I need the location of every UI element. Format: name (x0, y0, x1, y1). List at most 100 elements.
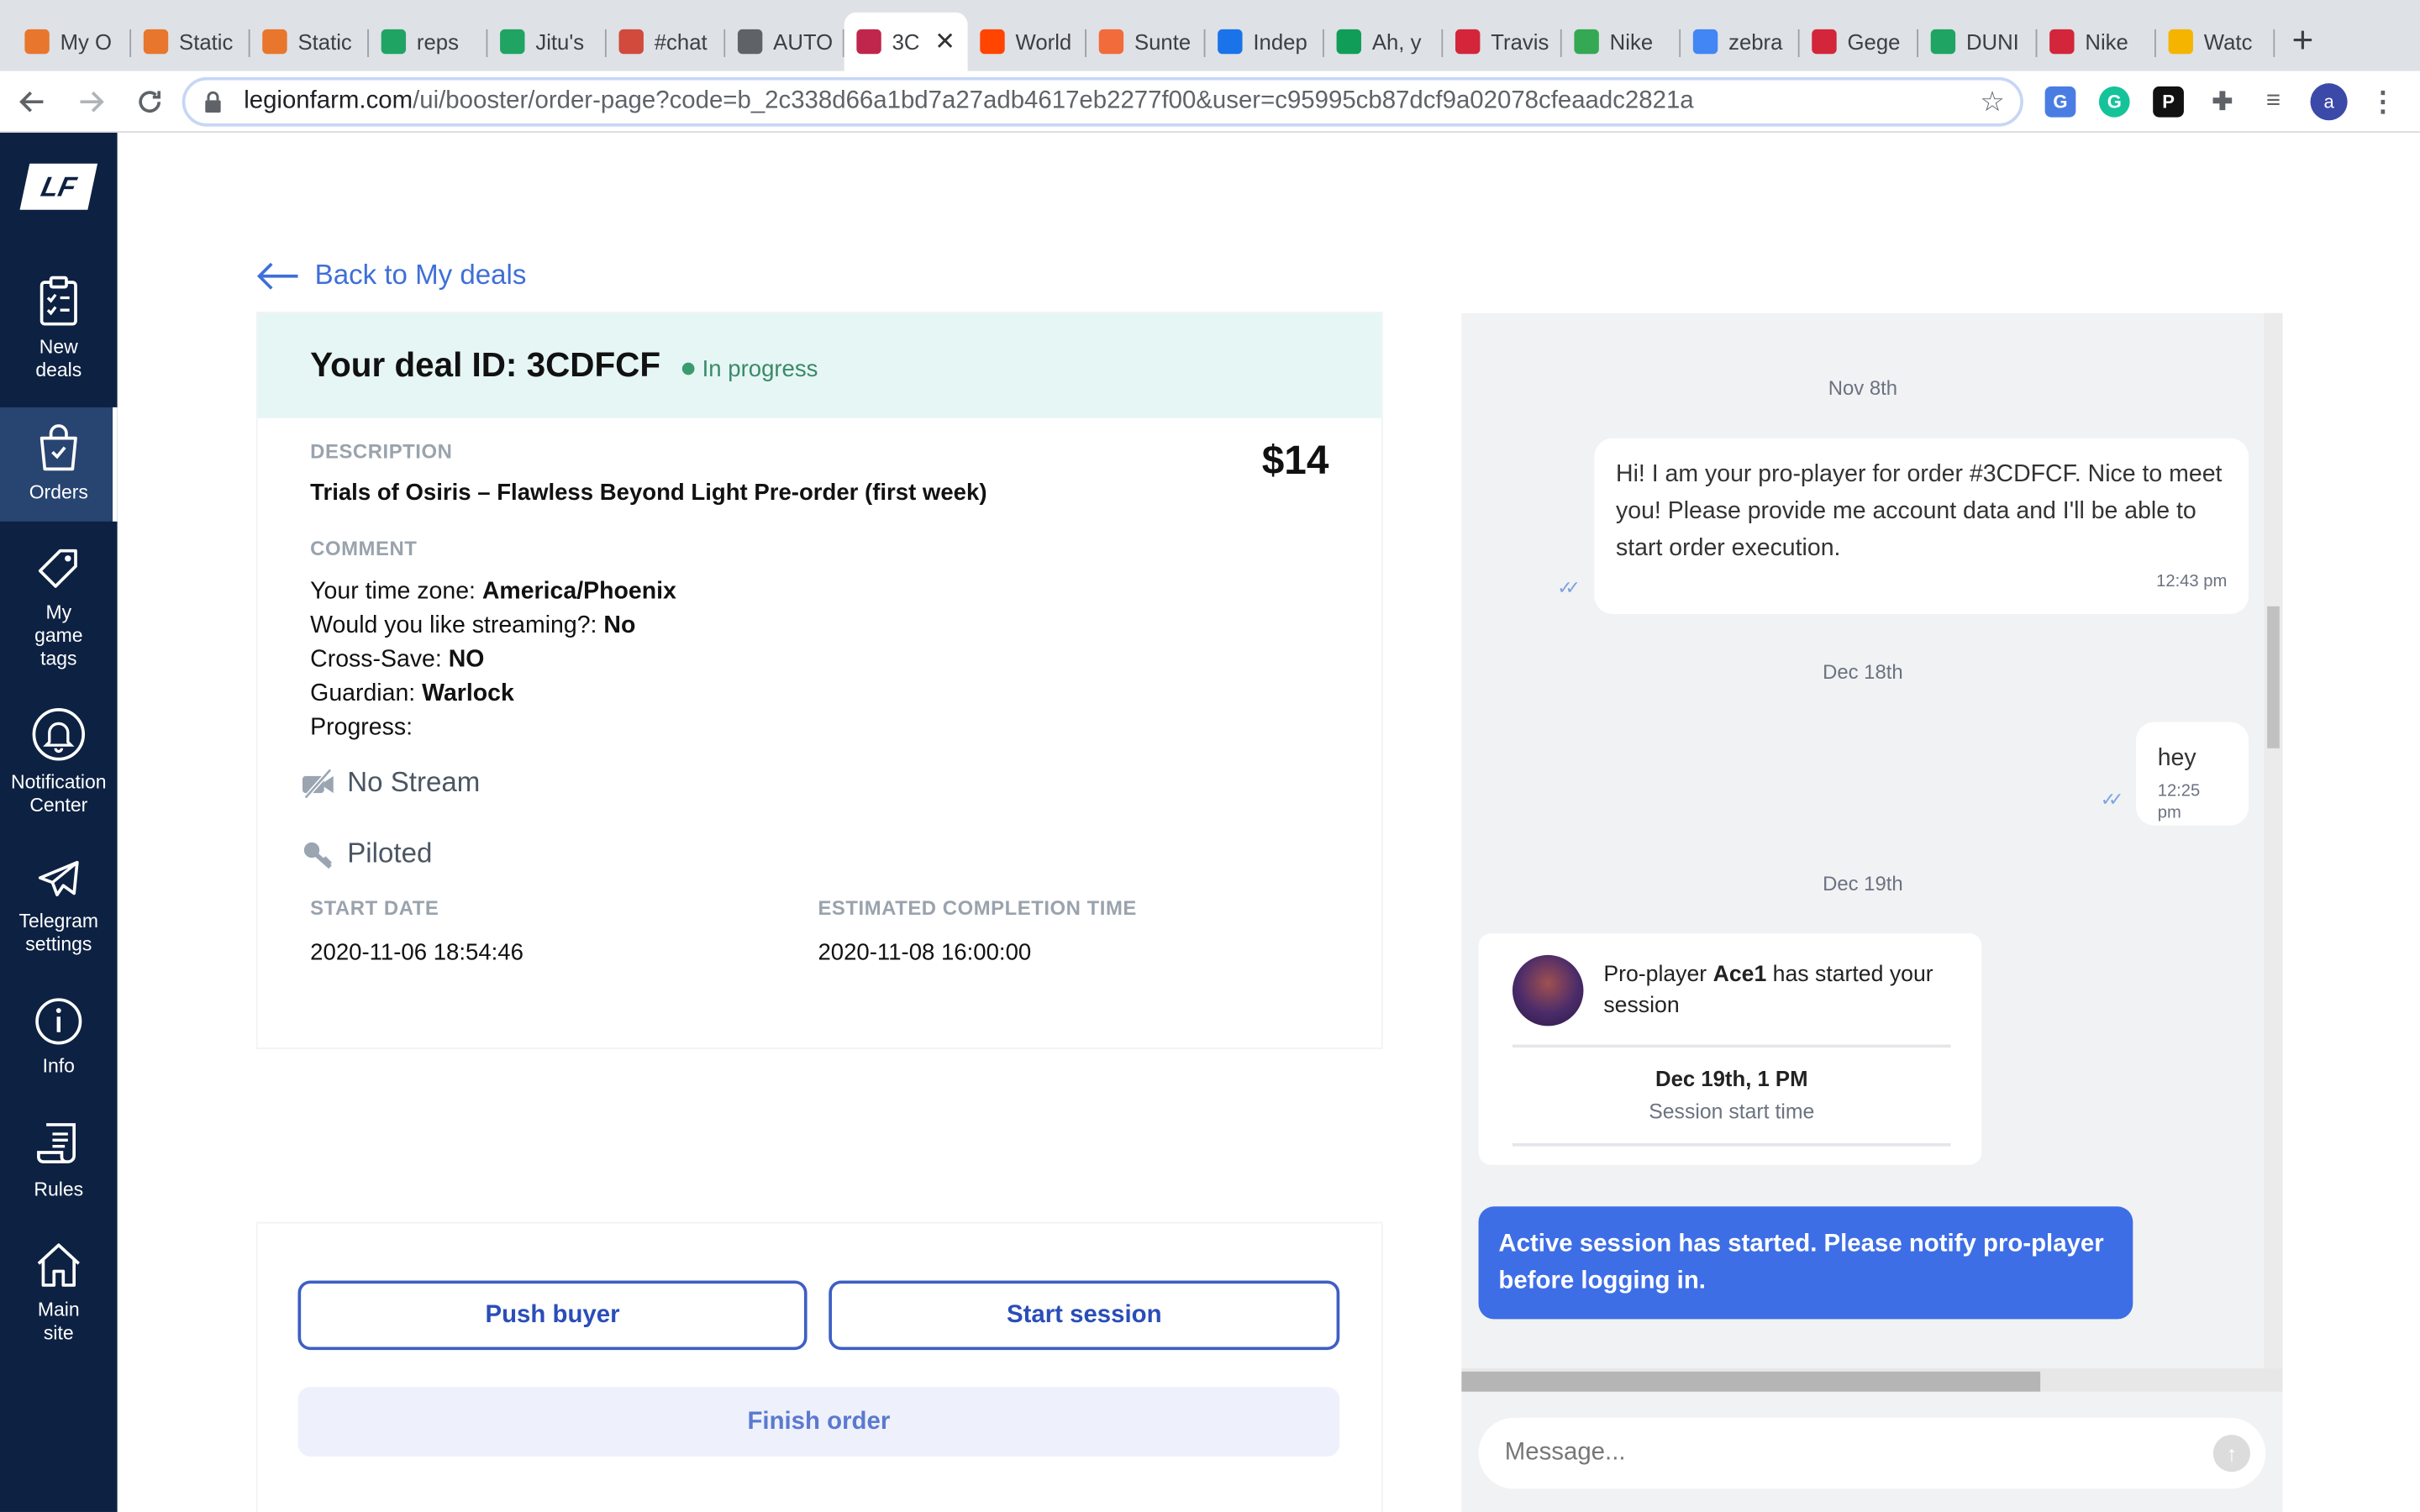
browser-tabbar: My O Static Static reps Jitu's #chat AUTO 3C ✕ Wo… (0, 0, 2420, 71)
browser-tab[interactable]: DUNI (1918, 13, 2038, 71)
tab-favicon-icon (143, 29, 169, 55)
browser-tab[interactable]: Ah, y (1324, 13, 1444, 71)
tab-favicon-icon (1098, 29, 1124, 55)
chat-vertical-scrollbar[interactable] (2264, 312, 2283, 1369)
tab-title: Static (179, 29, 234, 55)
back-arrow-icon[interactable] (6, 75, 58, 127)
chat-vertical-scroll-thumb[interactable] (2267, 606, 2280, 748)
message-input[interactable]: Message... ↑ (1478, 1417, 2266, 1489)
message-text: Hi! I am your pro-player for order #3CDF… (1616, 461, 2223, 562)
browser-tab[interactable]: Travis (1443, 13, 1562, 71)
sidebar-item-telegram-settings[interactable]: Telegram settings (0, 858, 118, 966)
send-arrow-icon[interactable]: ↑ (2212, 1435, 2250, 1473)
browser-tab[interactable]: reps (369, 13, 488, 71)
chat-panel: Nov 8th ✓✓ Hi! I am your pro-player for … (1461, 312, 2283, 1512)
browser-tab[interactable]: Watc (2156, 13, 2275, 71)
browser-tab[interactable]: Sunte (1086, 13, 1206, 71)
deal-card: Your deal ID: 3CDFCF In progress DESCRIP… (257, 312, 1381, 1048)
pro-player-name: Ace1 (1712, 963, 1767, 988)
tab-title: Static (297, 29, 352, 55)
browser-tab[interactable]: AUTO (725, 13, 844, 71)
tab-title: My O (60, 29, 113, 55)
tag-icon (38, 549, 77, 588)
chat-messages[interactable]: Nov 8th ✓✓ Hi! I am your pro-player for … (1461, 313, 2264, 1368)
new-tab-button[interactable]: + (2275, 13, 2330, 71)
bookmark-star-icon[interactable]: ☆ (1980, 87, 2005, 119)
tab-title: World (1015, 29, 1072, 55)
push-buyer-button[interactable]: Push buyer (297, 1280, 808, 1351)
tab-favicon-icon (856, 29, 881, 55)
browser-tab[interactable]: Indep (1205, 13, 1324, 71)
reload-icon[interactable] (124, 75, 176, 127)
tab-favicon-icon (737, 29, 763, 55)
sidebar: LF New deals Orders My game tags Notific… (0, 132, 118, 1512)
browser-menu-icon[interactable]: ⋮ (2367, 86, 2398, 118)
finish-order-button[interactable]: Finish order (297, 1387, 1340, 1457)
sidebar-item-label: Main site (37, 1299, 80, 1344)
address-bar[interactable]: legionfarm.com/ui/booster/order-page?cod… (182, 76, 2023, 127)
back-link-label: Back to My deals (314, 259, 527, 291)
message-time: 12:43 pm (2156, 572, 2228, 591)
tab-title: Travis (1491, 29, 1549, 55)
tab-title: Indep (1253, 29, 1307, 55)
sidebar-item-orders[interactable]: Orders (0, 407, 118, 522)
browser-tab[interactable]: Static (250, 13, 369, 71)
tab-favicon-icon (262, 29, 287, 55)
browser-tab[interactable]: zebra (1681, 13, 1800, 71)
sidebar-item-rules[interactable]: Rules (0, 1120, 118, 1212)
tab-favicon-icon (1336, 29, 1361, 55)
browser-tab[interactable]: Gege (1800, 13, 1919, 71)
tab-close-icon[interactable]: ✕ (934, 26, 955, 57)
date-separator: Nov 8th (1828, 376, 1898, 400)
sidebar-item-label: Info (42, 1055, 75, 1078)
description-text: Trials of Osiris – Flawless Beyond Light… (310, 480, 987, 507)
browser-tab[interactable]: Static (131, 13, 250, 71)
tab-title: #chat (654, 29, 708, 55)
tab-title: Nike (2085, 29, 2128, 55)
legionfarm-logo[interactable]: LF (19, 163, 98, 210)
browser-tab[interactable]: My O (13, 13, 132, 71)
session-start-caption: Session start time (1649, 1100, 1815, 1124)
tab-favicon-icon (1692, 29, 1718, 55)
deal-title: Your deal ID: 3CDFCF (310, 345, 661, 385)
sidebar-item-game-tags[interactable]: My game tags (0, 546, 118, 675)
clipboard-checklist-icon (39, 276, 77, 326)
puzzle-extensions-icon[interactable]: ✚ (2207, 87, 2238, 118)
translate-extension-icon[interactable]: G (2044, 86, 2076, 118)
divider (1512, 1142, 1951, 1147)
chat-horizontal-scroll-thumb[interactable] (1461, 1371, 2041, 1392)
comment-row: Cross-Save: NO (310, 646, 485, 673)
start-session-button[interactable]: Start session (829, 1280, 1340, 1351)
browser-tab[interactable]: Nike (1562, 13, 1681, 71)
status-label: In progress (702, 355, 818, 382)
browser-tab-active[interactable]: 3C ✕ (844, 12, 968, 71)
sidebar-item-notification-center[interactable]: Notification Center (0, 706, 118, 830)
tab-favicon-icon (1218, 29, 1243, 55)
divider (1512, 1044, 1951, 1048)
browser-tab[interactable]: #chat (607, 13, 726, 71)
p-extension-icon[interactable]: P (2153, 86, 2184, 118)
tab-title: Ah, y (1371, 29, 1422, 55)
no-stream-feature: No Stream (301, 767, 480, 800)
browser-tab[interactable]: Nike (2037, 13, 2156, 71)
browser-tab[interactable]: World (968, 13, 1087, 71)
pro-player-avatar (1512, 954, 1584, 1026)
profile-avatar[interactable]: a (2310, 83, 2348, 121)
forward-arrow-icon[interactable] (65, 75, 117, 127)
sidebar-item-new-deals[interactable]: New deals (0, 275, 118, 395)
key-icon (303, 841, 333, 869)
tab-favicon-icon (500, 29, 525, 55)
home-icon (37, 1243, 80, 1287)
sidebar-item-info[interactable]: Info (0, 997, 118, 1089)
browser-tab[interactable]: Jitu's (487, 13, 607, 71)
url-path: /ui/booster/order-page?code=b_2c338d66a1… (413, 87, 1694, 114)
start-date-value: 2020-11-06 18:54:46 (310, 939, 523, 966)
message-time: 12:25 pm (2157, 782, 2201, 822)
tab-favicon-icon (381, 29, 407, 55)
back-to-deals-link[interactable]: Back to My deals (256, 259, 527, 292)
camera-off-icon (302, 767, 334, 799)
sidebar-item-main-site[interactable]: Main site (0, 1241, 118, 1355)
no-stream-label: No Stream (347, 766, 481, 798)
media-queue-icon[interactable]: ≡ (2258, 87, 2289, 118)
grammarly-extension-icon[interactable]: G (2098, 86, 2130, 118)
